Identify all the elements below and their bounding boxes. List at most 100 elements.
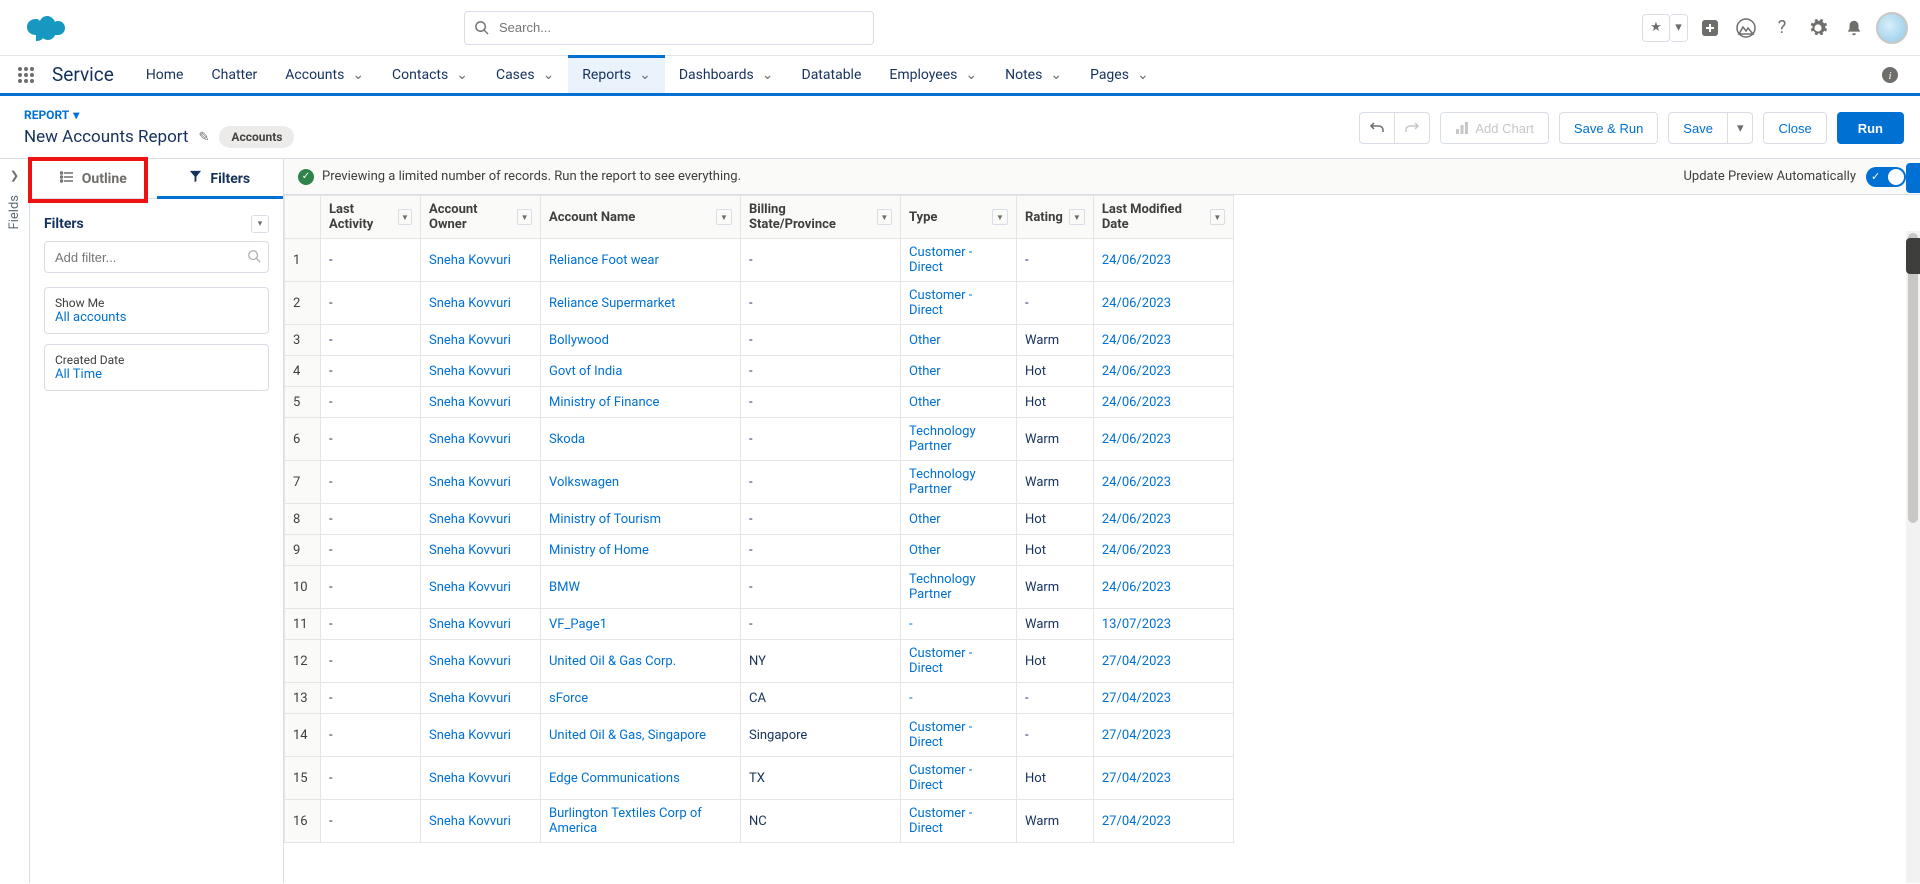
run-button[interactable]: Run [1837,112,1904,144]
cell-account-name[interactable]: United Oil & Gas Corp. [541,640,741,683]
cell-type[interactable]: Other [901,504,1017,535]
undo-button[interactable] [1359,112,1395,144]
cell-last-modified[interactable]: 27/04/2023 [1093,800,1233,843]
tab-outline[interactable]: Outline [30,159,157,198]
nav-item-accounts[interactable]: Accounts⌄ [271,56,378,93]
cell-last-modified[interactable]: 24/06/2023 [1093,418,1233,461]
cell-last-modified[interactable]: 27/04/2023 [1093,640,1233,683]
cell-account-name[interactable]: Skoda [541,418,741,461]
cell-last-modified[interactable]: 27/04/2023 [1093,714,1233,757]
cell-account-owner[interactable]: Sneha Kovvuri [421,609,541,640]
cell-last-modified[interactable]: 24/06/2023 [1093,566,1233,609]
save-run-button[interactable]: Save & Run [1559,112,1658,144]
add-filter-input[interactable] [44,241,269,273]
cell-account-name[interactable]: Edge Communications [541,757,741,800]
column-header[interactable]: Last Modified Date▼ [1093,196,1233,239]
nav-item-pages[interactable]: Pages⌄ [1076,56,1163,93]
app-launcher-icon[interactable] [8,56,44,93]
cell-last-modified[interactable]: 24/06/2023 [1093,504,1233,535]
column-menu-dropdown[interactable]: ▼ [716,209,732,225]
filter-card[interactable]: Created DateAll Time [44,344,269,391]
column-menu-dropdown[interactable]: ▼ [877,209,892,225]
cell-account-name[interactable]: VF_Page1 [541,609,741,640]
fields-panel-toggle[interactable]: ❯ Fields [0,159,30,883]
column-header[interactable]: Rating▼ [1017,196,1094,239]
setup-gear-icon[interactable] [1804,14,1832,42]
cell-account-name[interactable]: Bollywood [541,325,741,356]
column-menu-dropdown[interactable]: ▼ [992,209,1008,225]
cell-type[interactable]: Other [901,535,1017,566]
nav-item-chatter[interactable]: Chatter [198,56,272,93]
cell-last-modified[interactable]: 24/06/2023 [1093,461,1233,504]
cell-account-owner[interactable]: Sneha Kovvuri [421,566,541,609]
auto-preview-toggle[interactable]: ✓ [1866,167,1906,187]
cell-type[interactable]: Technology Partner [901,418,1017,461]
report-breadcrumb[interactable]: REPORT ▾ [24,108,294,122]
cell-type[interactable]: Customer - Direct [901,757,1017,800]
column-header[interactable]: Billing State/Province▼ [741,196,901,239]
cell-account-name[interactable]: Reliance Supermarket [541,282,741,325]
right-edge-panel-toggle-2[interactable] [1906,238,1920,274]
notifications-bell-icon[interactable] [1840,14,1868,42]
cell-type[interactable]: - [901,609,1017,640]
column-header[interactable]: Type▼ [901,196,1017,239]
data-grid-wrap[interactable]: Last Activity▼Account Owner▼Account Name… [284,195,1920,883]
favorite-button[interactable]: ★ [1642,14,1670,42]
cell-type[interactable]: Other [901,325,1017,356]
cell-account-owner[interactable]: Sneha Kovvuri [421,461,541,504]
nav-item-reports[interactable]: Reports⌄ [568,56,665,93]
nav-item-home[interactable]: Home [132,56,198,93]
column-header[interactable]: Last Activity▼ [321,196,421,239]
cell-account-name[interactable]: BMW [541,566,741,609]
cell-account-owner[interactable]: Sneha Kovvuri [421,714,541,757]
cell-last-modified[interactable]: 24/06/2023 [1093,356,1233,387]
cell-account-owner[interactable]: Sneha Kovvuri [421,356,541,387]
cell-account-name[interactable]: Ministry of Home [541,535,741,566]
cell-account-name[interactable]: Burlington Textiles Corp of America [541,800,741,843]
cell-type[interactable]: Technology Partner [901,461,1017,504]
cell-account-name[interactable]: Reliance Foot wear [541,239,741,282]
column-menu-dropdown[interactable]: ▼ [517,209,532,225]
column-menu-dropdown[interactable]: ▼ [1210,209,1225,225]
cell-last-modified[interactable]: 24/06/2023 [1093,325,1233,356]
nav-item-cases[interactable]: Cases⌄ [482,56,568,93]
cell-type[interactable]: Customer - Direct [901,800,1017,843]
cell-type[interactable]: Other [901,387,1017,418]
save-dropdown[interactable]: ▾ [1728,112,1754,144]
cell-account-name[interactable]: Ministry of Tourism [541,504,741,535]
cell-last-modified[interactable]: 24/06/2023 [1093,239,1233,282]
vertical-scrollbar-thumb[interactable] [1908,233,1918,523]
close-button[interactable]: Close [1763,112,1826,144]
save-button[interactable]: Save [1668,112,1728,144]
edit-title-pencil-icon[interactable]: ✎ [199,130,210,145]
cell-type[interactable]: Technology Partner [901,566,1017,609]
cell-account-owner[interactable]: Sneha Kovvuri [421,282,541,325]
redo-button[interactable] [1395,112,1430,144]
cell-last-modified[interactable]: 24/06/2023 [1093,282,1233,325]
cell-type[interactable]: Customer - Direct [901,282,1017,325]
cell-last-modified[interactable]: 27/04/2023 [1093,757,1233,800]
cell-last-modified[interactable]: 24/06/2023 [1093,535,1233,566]
cell-type[interactable]: - [901,683,1017,714]
right-edge-panel-toggle[interactable] [1906,163,1920,193]
cell-last-modified[interactable]: 24/06/2023 [1093,387,1233,418]
cell-last-modified[interactable]: 27/04/2023 [1093,683,1233,714]
search-input[interactable] [464,11,874,45]
filter-card[interactable]: Show MeAll accounts [44,287,269,334]
favorite-dropdown[interactable]: ▾ [1670,14,1688,42]
cell-account-owner[interactable]: Sneha Kovvuri [421,535,541,566]
cell-account-owner[interactable]: Sneha Kovvuri [421,418,541,461]
cell-type[interactable]: Customer - Direct [901,714,1017,757]
nav-info-icon[interactable]: i [1868,56,1912,93]
cell-account-owner[interactable]: Sneha Kovvuri [421,325,541,356]
cell-account-owner[interactable]: Sneha Kovvuri [421,800,541,843]
cell-account-owner[interactable]: Sneha Kovvuri [421,387,541,418]
trailhead-icon[interactable] [1732,14,1760,42]
cell-account-name[interactable]: sForce [541,683,741,714]
column-menu-dropdown[interactable]: ▼ [398,209,412,225]
user-avatar[interactable] [1876,12,1908,44]
cell-account-owner[interactable]: Sneha Kovvuri [421,239,541,282]
cell-account-owner[interactable]: Sneha Kovvuri [421,504,541,535]
cell-account-name[interactable]: Govt of India [541,356,741,387]
cell-account-name[interactable]: Volkswagen [541,461,741,504]
